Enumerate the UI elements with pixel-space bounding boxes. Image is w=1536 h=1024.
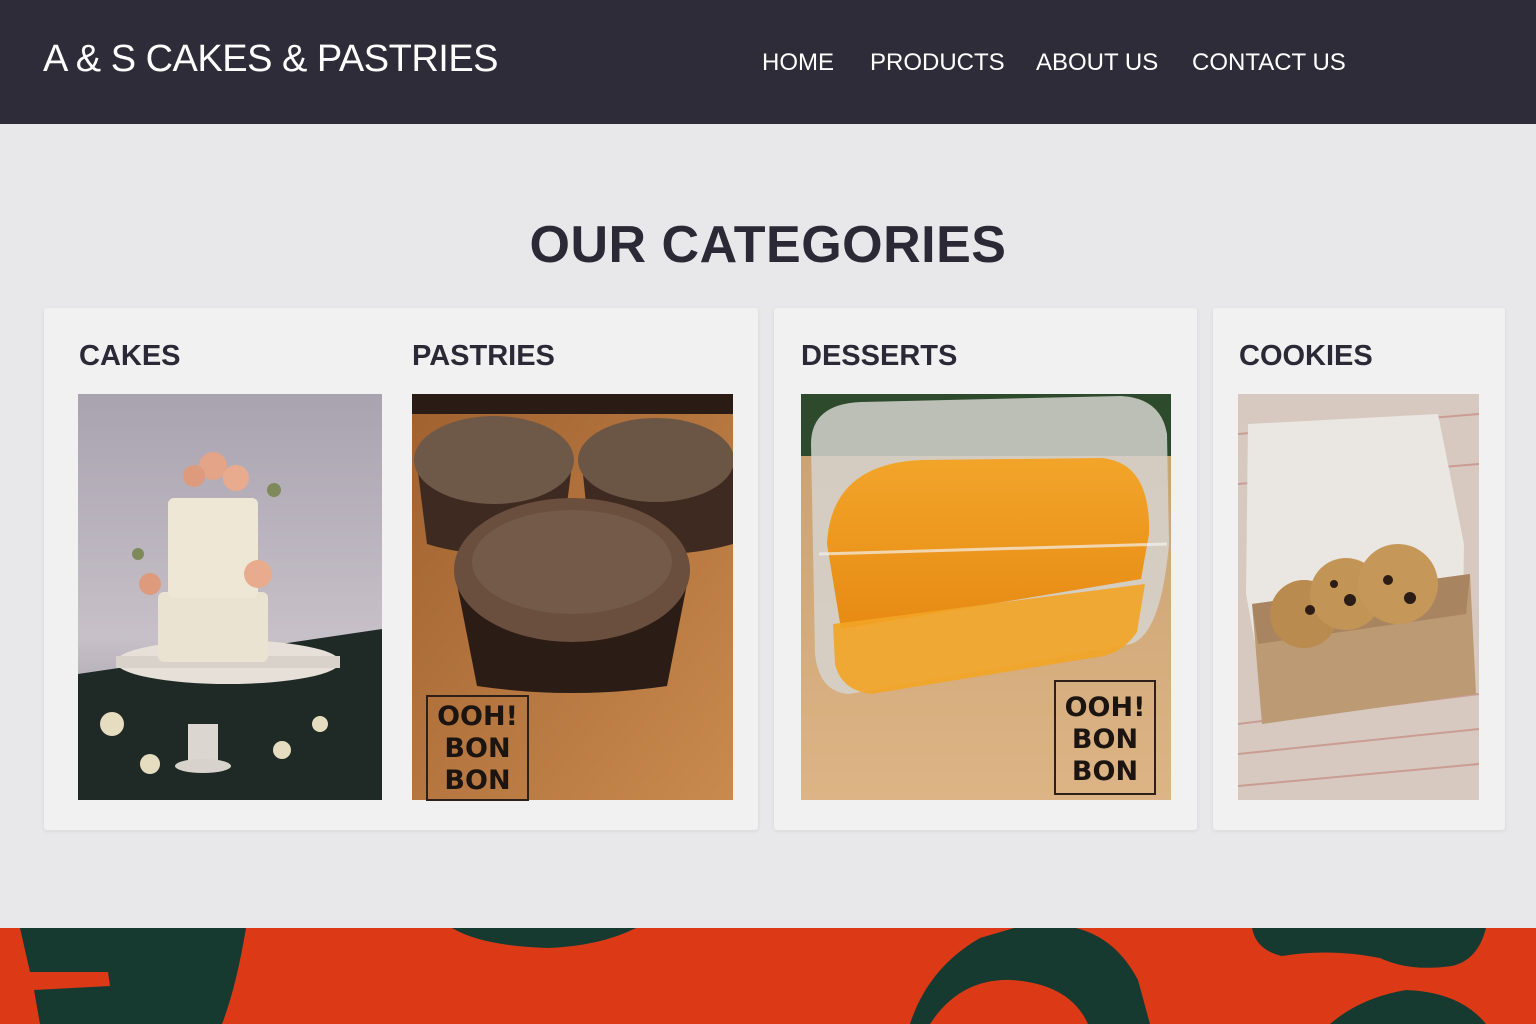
category-label-desserts[interactable]: DESSERTS [801,340,957,373]
category-label-cookies[interactable]: COOKIES [1239,340,1373,373]
nav-home[interactable]: HOME [762,49,834,77]
cake-photo [78,394,382,800]
section-title: OUR CATEGORIES [529,216,1007,274]
footer-pattern-shapes [20,928,1486,1024]
category-label-cakes[interactable]: CAKES [79,340,181,373]
nav-about-us[interactable]: ABOUT US [1036,49,1158,77]
nav-contact-us[interactable]: CONTACT US [1192,49,1346,77]
decorative-footer-band [0,928,1536,1024]
nav-products[interactable]: PRODUCTS [870,49,1005,77]
site-brand[interactable]: A & S CAKES & PASTRIES [43,38,499,81]
ooh-bon-bon-stamp-pastries: OOH! BON BON [426,695,529,801]
category-image-cookies[interactable] [1238,394,1479,800]
category-image-cakes[interactable] [78,394,382,800]
category-label-pastries[interactable]: PASTRIES [412,340,555,373]
ooh-bon-bon-stamp-desserts: OOH! BON BON [1054,680,1156,795]
top-navbar: A & S CAKES & PASTRIES HOME PRODUCTS ABO… [0,0,1536,124]
cookies-box-photo [1238,394,1479,800]
